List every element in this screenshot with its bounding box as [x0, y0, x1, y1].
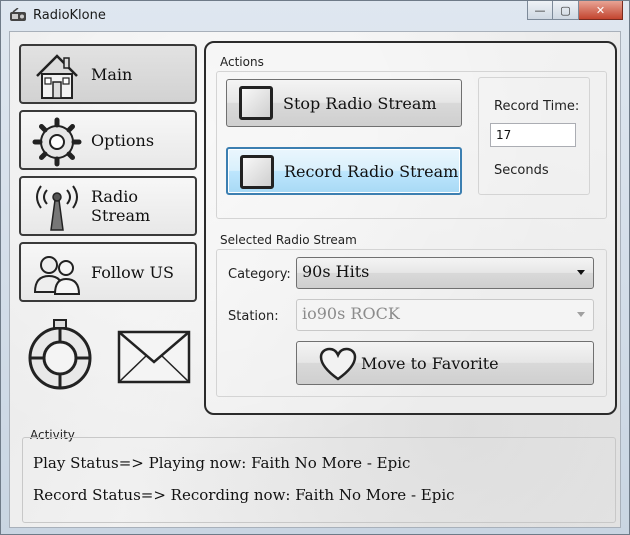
record-square-icon: [240, 155, 274, 189]
nav-options-button[interactable]: Options: [19, 110, 197, 170]
record-time-input[interactable]: 17: [490, 123, 576, 147]
actions-group-title: Actions: [220, 55, 264, 69]
nav-options-label: Options: [91, 130, 155, 150]
stop-radio-stream-button[interactable]: Stop Radio Stream: [226, 79, 462, 127]
station-select[interactable]: io90s ROCK: [296, 299, 594, 331]
stop-square-icon: [239, 86, 273, 120]
category-label: Category:: [228, 267, 291, 282]
chevron-down-icon: [577, 312, 585, 317]
people-icon: [33, 256, 81, 295]
nav-follow-us-label: Follow US: [91, 262, 174, 282]
nav-follow-us-button[interactable]: Follow US: [19, 242, 197, 302]
nav-radio-stream-label: Radio Stream: [91, 187, 151, 225]
record-radio-stream-label: Record Radio Stream: [284, 161, 459, 181]
client-area: Main Options Radio Stream Follow US Acti…: [9, 31, 621, 528]
lifebuoy-icon[interactable]: [24, 318, 96, 394]
envelope-icon[interactable]: [116, 328, 192, 386]
station-label: Station:: [228, 309, 279, 324]
antenna-icon: [36, 185, 78, 231]
app-window: RadioKlone — ▢ ✕ Main Options Radio Stre…: [0, 0, 630, 535]
title-bar[interactable]: RadioKlone — ▢ ✕: [1, 1, 629, 31]
activity-group: Play Status=> Playing now: Faith No More…: [22, 437, 616, 523]
record-time-label: Record Time:: [494, 99, 580, 114]
move-to-favorite-label: Move to Favorite: [361, 353, 499, 373]
nav-main-button[interactable]: Main: [19, 44, 197, 104]
record-status-text: Record Status=> Recording now: Faith No …: [33, 486, 455, 504]
nav-main-label: Main: [91, 64, 133, 84]
heart-icon: [319, 347, 357, 381]
record-radio-stream-button[interactable]: Record Radio Stream: [226, 147, 462, 195]
main-panel: Actions Stop Radio Stream Record Radio S…: [204, 41, 617, 415]
play-status-text: Play Status=> Playing now: Faith No More…: [33, 454, 411, 472]
move-to-favorite-button[interactable]: Move to Favorite: [296, 341, 594, 385]
category-select[interactable]: 90s Hits: [296, 257, 594, 289]
house-icon: [36, 54, 78, 99]
stop-radio-stream-label: Stop Radio Stream: [283, 93, 437, 113]
minimize-button[interactable]: —: [527, 1, 553, 20]
chevron-down-icon: [577, 270, 585, 275]
nav-radio-stream-button[interactable]: Radio Stream: [19, 176, 197, 236]
category-value: 90s Hits: [302, 262, 370, 281]
window-title: RadioKlone: [33, 8, 106, 23]
maximize-button[interactable]: ▢: [553, 1, 579, 20]
station-value: io90s ROCK: [302, 304, 400, 323]
radio-icon: [10, 8, 26, 21]
gear-icon: [32, 117, 82, 167]
selected-stream-group-title: Selected Radio Stream: [220, 233, 357, 247]
close-button[interactable]: ✕: [579, 1, 623, 20]
seconds-label: Seconds: [494, 163, 549, 178]
